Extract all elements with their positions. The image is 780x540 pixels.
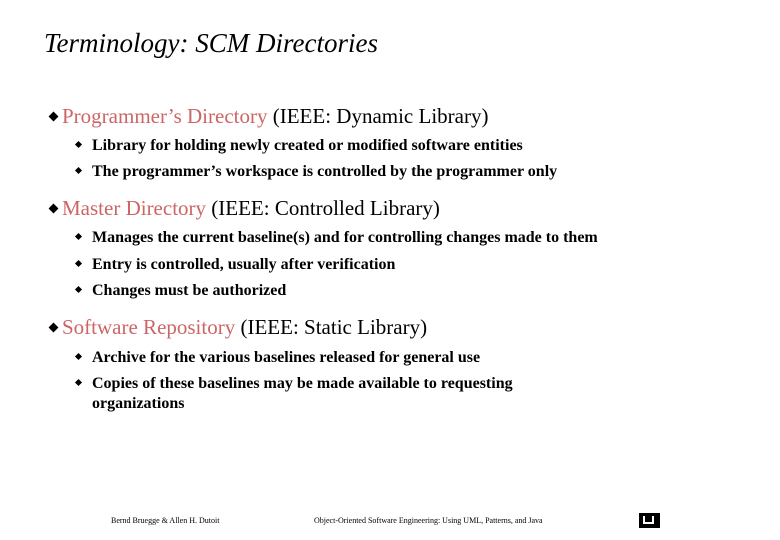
point-text: Library for holding newly created or mod… (92, 137, 523, 154)
ieee-label: (IEEE: Controlled Library) (206, 196, 440, 220)
diamond-bullet-icon (74, 378, 83, 387)
point-text: Archive for the various baselines releas… (92, 349, 481, 366)
diamond-bullet-icon (74, 166, 83, 175)
footer-book-title: Object-Oriented Software Engineering: Us… (314, 516, 543, 525)
diamond-bullet-icon (48, 203, 59, 214)
footer-authors: Bernd Bruegge & Allen H. Dutoit (111, 516, 220, 525)
point-text: Changes must be authorized (92, 282, 287, 299)
point-text: Copies of these baselines may be made av… (92, 375, 513, 392)
tum-logo-icon (639, 513, 660, 528)
diamond-bullet-icon (48, 322, 59, 333)
point-text: Entry is controlled, usually after verif… (92, 256, 396, 273)
slide-title: Terminology: SCM Directories (44, 28, 378, 58)
term-label: Software Repository (62, 315, 236, 339)
diamond-bullet-icon (74, 285, 83, 294)
ieee-label: (IEEE: Dynamic Library) (267, 104, 489, 128)
point-text: Manages the current baseline(s) and for … (92, 229, 598, 246)
term-label: Master Directory (62, 196, 207, 220)
diamond-bullet-icon (74, 232, 83, 241)
diamond-bullet-icon (48, 111, 59, 122)
diamond-bullet-icon (74, 259, 83, 268)
ieee-label: (IEEE: Static Library) (235, 315, 428, 339)
term-label: Programmer’s Directory (62, 104, 268, 128)
diamond-bullet-icon (74, 352, 83, 361)
point-text: organizations (92, 395, 185, 412)
point-text: The programmer’s workspace is controlled… (92, 163, 558, 180)
diamond-bullet-icon (74, 140, 83, 149)
